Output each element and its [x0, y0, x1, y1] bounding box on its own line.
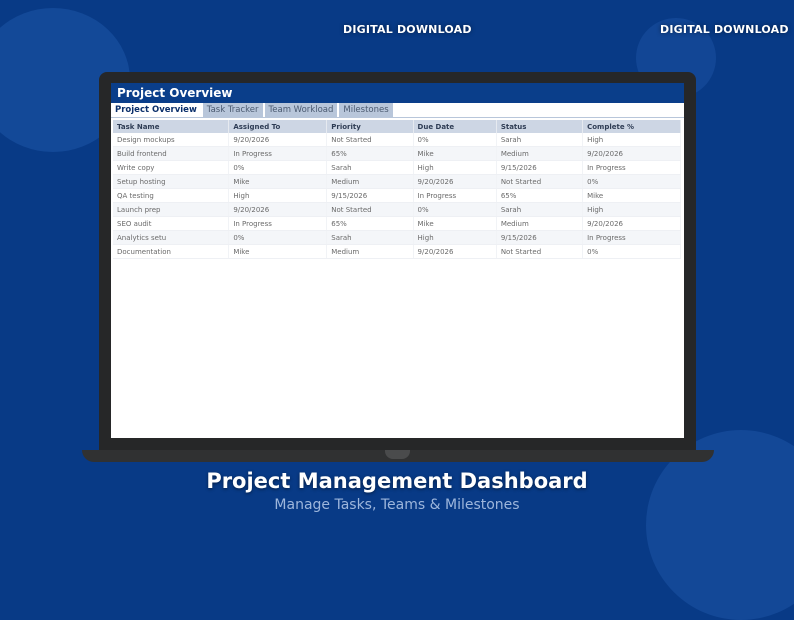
- table-cell: 0%: [228, 230, 328, 245]
- table-cell: 0%: [582, 174, 681, 189]
- table-row[interactable]: Setup hosting Mike Medium 9/20/2026 Not Star…: [113, 174, 681, 189]
- tab-task-tracker[interactable]: Task Tracker: [202, 103, 263, 117]
- table-cell: Not Started: [496, 244, 584, 259]
- table-cell: Mike: [582, 188, 681, 203]
- table-cell: Medium: [326, 174, 414, 189]
- table-cell: Sarah: [326, 230, 414, 245]
- header-priority[interactable]: Priority: [326, 120, 414, 133]
- table-cell: Medium: [496, 146, 584, 161]
- table-body: Design mockups 9/20/2026 Not Started 0% Sara…: [113, 133, 681, 259]
- digital-download-badge: DIGITAL DOWNLOAD: [660, 23, 789, 36]
- table-cell: Design mockups: [113, 133, 230, 147]
- laptop-notch: [385, 450, 410, 459]
- table-cell: Sarah: [326, 160, 414, 175]
- table-cell: High: [582, 202, 681, 217]
- table-cell: Mike: [413, 216, 497, 231]
- table-cell: High: [228, 188, 328, 203]
- table-cell: Mike: [413, 146, 497, 161]
- table-cell: High: [582, 133, 681, 147]
- table-cell: 0%: [413, 133, 497, 147]
- table-cell: 0%: [413, 202, 497, 217]
- table-cell: Write copy: [113, 160, 230, 175]
- table-cell: 9/20/2026: [228, 202, 328, 217]
- laptop-frame: Project Overview Project Overview Task T…: [99, 72, 696, 450]
- table-cell: In Progress: [228, 216, 328, 231]
- table-cell: 65%: [496, 188, 584, 203]
- table-row[interactable]: Write copy 0% Sarah High 9/15/2026 In Progres…: [113, 160, 681, 175]
- table-cell: Mike: [228, 174, 328, 189]
- table-row[interactable]: SEO audit In Progress 65% Mike Medium 9/20/20…: [113, 216, 681, 231]
- table-row[interactable]: Documentation Mike Medium 9/20/2026 Not Star…: [113, 244, 681, 259]
- table-cell: In Progress: [228, 146, 328, 161]
- table-cell: In Progress: [413, 188, 497, 203]
- table-cell: 9/20/2026: [228, 133, 328, 147]
- table-cell: QA testing: [113, 188, 230, 203]
- table-cell: Analytics setu: [113, 230, 230, 245]
- tab-team-workload[interactable]: Team Workload: [264, 103, 338, 117]
- header-complete[interactable]: Complete %: [582, 120, 681, 133]
- digital-download-badge: DIGITAL DOWNLOAD: [343, 23, 472, 36]
- table-row[interactable]: Analytics setu 0% Sarah High 9/15/2026 In Pro…: [113, 230, 681, 245]
- header-assigned-to[interactable]: Assigned To: [228, 120, 328, 133]
- table-cell: 9/20/2026: [413, 174, 497, 189]
- table-cell: Build frontend: [113, 146, 230, 161]
- table-cell: Documentation: [113, 244, 230, 259]
- table-cell: Not Started: [496, 174, 584, 189]
- header-status[interactable]: Status: [496, 120, 584, 133]
- table-cell: Mike: [228, 244, 328, 259]
- tab-project-overview[interactable]: Project Overview: [111, 103, 201, 117]
- table-header-row: Task Name Assigned To Priority Due Date …: [113, 120, 681, 133]
- table-cell: 9/20/2026: [582, 146, 681, 161]
- table-cell: Not Started: [326, 202, 414, 217]
- table-cell: Setup hosting: [113, 174, 230, 189]
- table-cell: High: [413, 230, 497, 245]
- table-cell: 9/20/2026: [582, 216, 681, 231]
- table-cell: 0%: [228, 160, 328, 175]
- table-cell: Launch prep: [113, 202, 230, 217]
- table-cell: Medium: [496, 216, 584, 231]
- header-due-date[interactable]: Due Date: [413, 120, 497, 133]
- app-title: Project Overview: [111, 83, 684, 103]
- table-cell: Not Started: [326, 133, 414, 147]
- tab-milestones[interactable]: Milestones: [339, 103, 393, 117]
- table-cell: High: [413, 160, 497, 175]
- table-cell: 0%: [582, 244, 681, 259]
- table-row[interactable]: Design mockups 9/20/2026 Not Started 0% Sara…: [113, 133, 681, 147]
- tab-bar: Project Overview Task Tracker Team Workl…: [111, 103, 684, 118]
- table-row[interactable]: Build frontend In Progress 65% Mike Medium 9/…: [113, 146, 681, 161]
- table-row[interactable]: QA testing High 9/15/2026 In Progress 65% Mik…: [113, 188, 681, 203]
- table-cell: 9/15/2026: [326, 188, 414, 203]
- header-task-name[interactable]: Task Name: [113, 120, 230, 133]
- table-row[interactable]: Launch prep 9/20/2026 Not Started 0% Sarah Hi…: [113, 202, 681, 217]
- laptop-screen: Project Overview Project Overview Task T…: [111, 83, 684, 438]
- table-cell: 9/20/2026: [413, 244, 497, 259]
- table-cell: 65%: [326, 146, 414, 161]
- table-cell: 9/15/2026: [496, 160, 584, 175]
- table-cell: 65%: [326, 216, 414, 231]
- table-cell: In Progress: [582, 160, 681, 175]
- tasks-table: Task Name Assigned To Priority Due Date …: [113, 120, 681, 259]
- table-cell: Sarah: [496, 133, 584, 147]
- table-cell: In Progress: [582, 230, 681, 245]
- table-cell: SEO audit: [113, 216, 230, 231]
- table-cell: 9/15/2026: [496, 230, 584, 245]
- page-subheadline: Manage Tasks, Teams & Milestones: [274, 497, 520, 513]
- page-headline: Project Management Dashboard: [206, 469, 588, 493]
- table-cell: Medium: [326, 244, 414, 259]
- table-cell: Sarah: [496, 202, 584, 217]
